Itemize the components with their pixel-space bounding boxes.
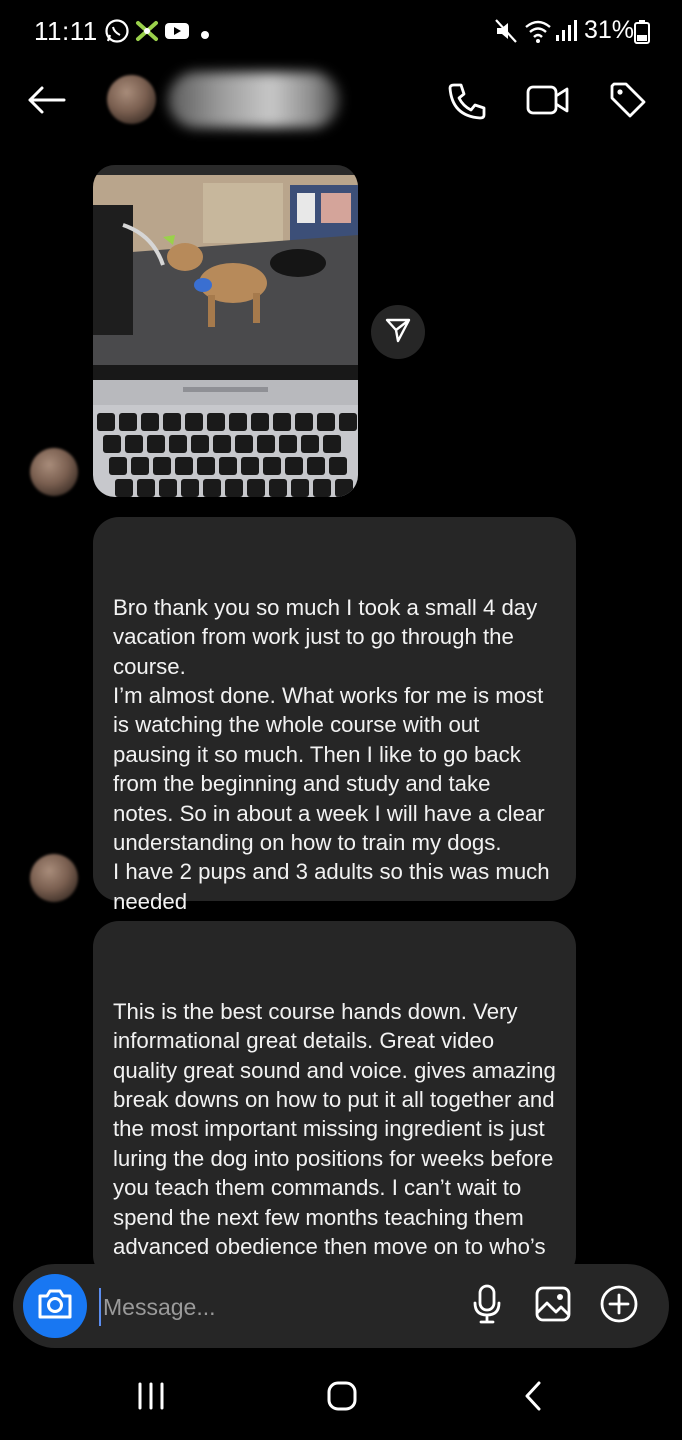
chevron-left-icon [523,1380,543,1417]
dot-icon [200,27,210,45]
phone-icon [446,80,486,125]
battery-percentage: 31% [584,16,635,44]
home-icon [326,1380,358,1417]
tag-icon [608,80,648,125]
wifi-icon [524,18,552,49]
arrow-left-icon [26,85,66,120]
battery-icon [634,20,650,49]
chat-header [0,64,682,144]
back-button[interactable] [18,74,74,130]
youtube-icon [164,18,190,49]
chat-screen: 11:11 31% Bro thank you so much I took a… [0,0,682,1440]
contact-name-redacted[interactable] [168,72,340,128]
signal-icon [554,18,578,49]
status-bar: 11:11 31% [0,0,682,64]
mute-icon [494,18,518,49]
message-text: This is the best course hands down. Very… [113,998,556,1281]
video-camera-icon [526,83,570,122]
microphone-icon [472,1284,502,1329]
send-icon [384,316,412,349]
recents-button[interactable] [121,1376,181,1420]
sender-avatar[interactable] [30,854,78,902]
photo-laptop-dog-training [93,165,358,497]
home-button[interactable] [312,1376,372,1420]
plus-circle-icon [599,1284,639,1329]
system-nav-bar [0,1356,682,1440]
message-text: Bro thank you so much I took a small 4 d… [113,594,550,914]
video-call-button[interactable] [520,74,576,130]
message-bubble[interactable]: Bro thank you so much I took a small 4 d… [93,517,576,914]
camera-icon [36,1288,74,1325]
image-icon [534,1285,572,1328]
message-input[interactable] [99,1288,435,1326]
camera-button[interactable] [23,1274,87,1338]
system-back-button[interactable] [503,1376,563,1420]
app-notification-icon [134,18,160,49]
more-button[interactable] [597,1284,641,1328]
share-button[interactable] [371,305,425,359]
message-bubble[interactable]: This is the best course hands down. Very… [93,921,576,1281]
audio-call-button[interactable] [438,74,494,130]
sender-avatar[interactable] [30,448,78,496]
photo-message[interactable] [93,165,358,497]
whatsapp-icon [104,18,130,49]
message-composer [13,1264,669,1348]
recents-icon [136,1381,166,1416]
voice-message-button[interactable] [465,1284,509,1328]
tag-button[interactable] [600,74,656,130]
status-time: 11:11 [34,16,98,46]
gallery-button[interactable] [531,1284,575,1328]
contact-avatar[interactable] [107,75,156,124]
